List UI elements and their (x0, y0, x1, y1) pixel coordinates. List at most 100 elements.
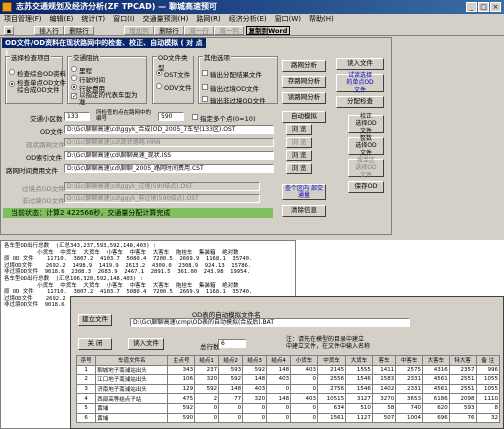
table-cell[interactable]: 8 (475, 402, 501, 414)
table-cell[interactable]: 2098 (448, 393, 477, 404)
table-cell[interactable]: 0 (218, 402, 244, 414)
table-cell[interactable]: 西部高等结点子站 (95, 393, 169, 404)
read-path-button[interactable]: 读路网分析 (282, 92, 326, 104)
tt-field[interactable]: 590 (158, 112, 184, 121)
table-cell[interactable]: 江口地子南浦站出头 (95, 374, 169, 385)
table-row[interactable]: 6 黄埔 590 0 0 0 0 0 1561 1127 507 1004 696 76 32 (75, 412, 501, 424)
table-cell[interactable]: 76 (448, 412, 477, 424)
table-cell[interactable]: 77 (218, 393, 244, 404)
table-cell[interactable]: 聊城地子南浦站出头 (95, 364, 169, 376)
auto-sim-button[interactable]: 自动模拟 (282, 111, 326, 123)
table-cell[interactable]: 1 (75, 364, 97, 376)
table-cell[interactable]: 1583 (371, 374, 397, 385)
table-cell[interactable]: 592 (218, 374, 244, 385)
table-cell[interactable]: 1411 (371, 364, 397, 376)
table-cell[interactable]: 403 (242, 383, 268, 395)
radio-distance[interactable] (71, 66, 77, 72)
table-cell[interactable]: 2331 (395, 374, 423, 385)
table-cell[interactable]: 1055 (475, 374, 501, 385)
file-name-field[interactable]: D:\Gc\聊聊高速\cmp\OD表的自动模拟(合成后).BAT (130, 318, 410, 327)
table-cell[interactable]: 403 (290, 364, 318, 376)
table-cell[interactable]: 2551 (448, 374, 477, 385)
time-cost-field[interactable]: D:\Gc\聊聊高速\cd\聊聊_2005_路网时间费用.CST (64, 164, 274, 173)
maximize-button[interactable]: □ (478, 2, 489, 12)
table-cell[interactable]: 6 (75, 412, 97, 424)
table-cell[interactable]: 10515 (316, 393, 347, 404)
table-row[interactable]: 4 西部高等结点子站 475 2 77 320 148 403 10515 3127 3270 365… (75, 393, 501, 404)
table-cell[interactable]: 148 (266, 393, 292, 404)
table-cell[interactable]: 3127 (345, 393, 373, 404)
browse-time-button[interactable]: 浏 览 (286, 163, 312, 174)
table-cell[interactable]: 2756 (316, 383, 347, 395)
table-cell[interactable]: 1004 (395, 412, 423, 424)
od-out1-field[interactable]: D:\Gc\聊聊高速\cd\ggyk_过境(590结点).OST (64, 182, 260, 191)
add-col-button[interactable]: 增加列 (124, 26, 154, 35)
table-cell[interactable]: 1110 (475, 393, 501, 404)
table-cell[interactable]: 0 (290, 383, 318, 395)
table-cell[interactable]: 3 (75, 383, 97, 395)
table-cell[interactable]: 1402 (371, 383, 397, 395)
table-cell[interactable]: 2357 (448, 364, 477, 376)
table-cell[interactable]: 148 (242, 374, 268, 385)
table-cell[interactable]: 592 (194, 383, 220, 395)
table-cell[interactable]: 2556 (316, 374, 347, 385)
fix-error-button[interactable]: 查个区内 部交通量 (282, 184, 326, 200)
table-cell[interactable]: 2331 (395, 383, 423, 395)
create-file-button[interactable]: 建立文件 (78, 314, 112, 326)
table-cell[interactable]: 320 (194, 374, 220, 385)
table-cell[interactable]: 403 (290, 393, 318, 404)
path-analysis-button[interactable]: 路网分析 (282, 60, 326, 72)
table-cell[interactable]: 507 (371, 412, 397, 424)
table-row[interactable]: 2 江口地子南浦站出头 106 320 592 148 403 0 2556 1546 1583 23… (75, 374, 501, 385)
table-cell[interactable]: 620 (421, 402, 450, 414)
table-row[interactable]: 1 聊城地子南浦站出头 343 237 593 592 148 403 2145 1555 1411… (75, 364, 501, 376)
chk-output-inter[interactable] (202, 70, 208, 76)
menu-network[interactable]: 路网(R) (192, 14, 224, 25)
table-cell[interactable]: 403 (266, 374, 292, 385)
calibrate-od-button[interactable]: 校正 选择OD 文件 (348, 113, 384, 135)
test-read-button[interactable]: 试读选择 的单点OD 文件 (336, 72, 384, 94)
table-cell[interactable]: 3653 (395, 393, 423, 404)
assign-check-button[interactable]: 分配检查 (336, 96, 384, 108)
table-cell[interactable]: 2145 (316, 364, 347, 376)
minimize-button[interactable]: _ (466, 2, 477, 12)
menu-file[interactable]: 项目管理(F) (0, 14, 46, 25)
save-od-button[interactable]: 保存OD (348, 181, 384, 193)
table-cell[interactable]: 343 (167, 364, 196, 376)
read-file-button[interactable]: 读入文件 (336, 58, 384, 70)
insert-row-button[interactable]: 插入行 (34, 26, 64, 35)
table-cell[interactable]: 0 (290, 402, 318, 414)
od-table[interactable]: 序号 车道文件名 主点号 结点1 结点2 结点3 结点4 小货车 中货车 大货车… (75, 355, 501, 424)
table-cell[interactable]: 590 (167, 412, 196, 424)
table-cell[interactable]: 2 (194, 393, 220, 404)
table-cell[interactable]: 148 (218, 383, 244, 395)
table-cell[interactable]: 634 (316, 402, 347, 414)
table-cell[interactable]: 58 (371, 402, 397, 414)
copy-word-button[interactable]: 复制到Word表 (246, 26, 290, 44)
od-file-field[interactable]: D:\Gc\聊聊高速\cd\ggyk_合成(OD_2005_7车型(133区).… (64, 125, 274, 134)
table-cell[interactable]: 黄埔 (95, 402, 169, 414)
table-cell[interactable]: 0 (266, 383, 292, 395)
table-cell[interactable]: 592 (167, 402, 196, 414)
radio-cost[interactable] (71, 84, 77, 90)
menu-forecast[interactable]: 交通量预测(H) (139, 14, 193, 25)
table-cell[interactable]: 0 (266, 402, 292, 414)
browse-ref-button[interactable]: 浏 览 (286, 150, 312, 161)
table-cell[interactable]: 2 (75, 374, 97, 385)
table-cell[interactable]: 4 (75, 393, 97, 404)
table-cell[interactable]: 1546 (345, 383, 373, 395)
table-cell[interactable]: 0 (242, 402, 268, 414)
table-cell[interactable]: 510 (345, 402, 373, 414)
chk-output-noncross[interactable] (202, 96, 208, 102)
table-cell[interactable]: 129 (167, 383, 196, 395)
menu-edit[interactable]: 编辑(E) (46, 14, 78, 25)
edit-od-button[interactable]: 整数 选择OD 文件 (348, 135, 384, 157)
table-cell[interactable]: 148 (266, 364, 292, 376)
radio-ost[interactable] (156, 70, 162, 76)
close-dialog-button[interactable]: 关 闭 (78, 338, 112, 350)
table-cell[interactable]: 济南地子南浦站出头 (95, 383, 169, 395)
menu-window2[interactable]: 窗口(W) (271, 14, 305, 25)
table-cell[interactable]: 1561 (316, 412, 347, 424)
table-cell[interactable]: 0 (290, 374, 318, 385)
browse-od-button[interactable]: 浏 览 (286, 124, 312, 135)
